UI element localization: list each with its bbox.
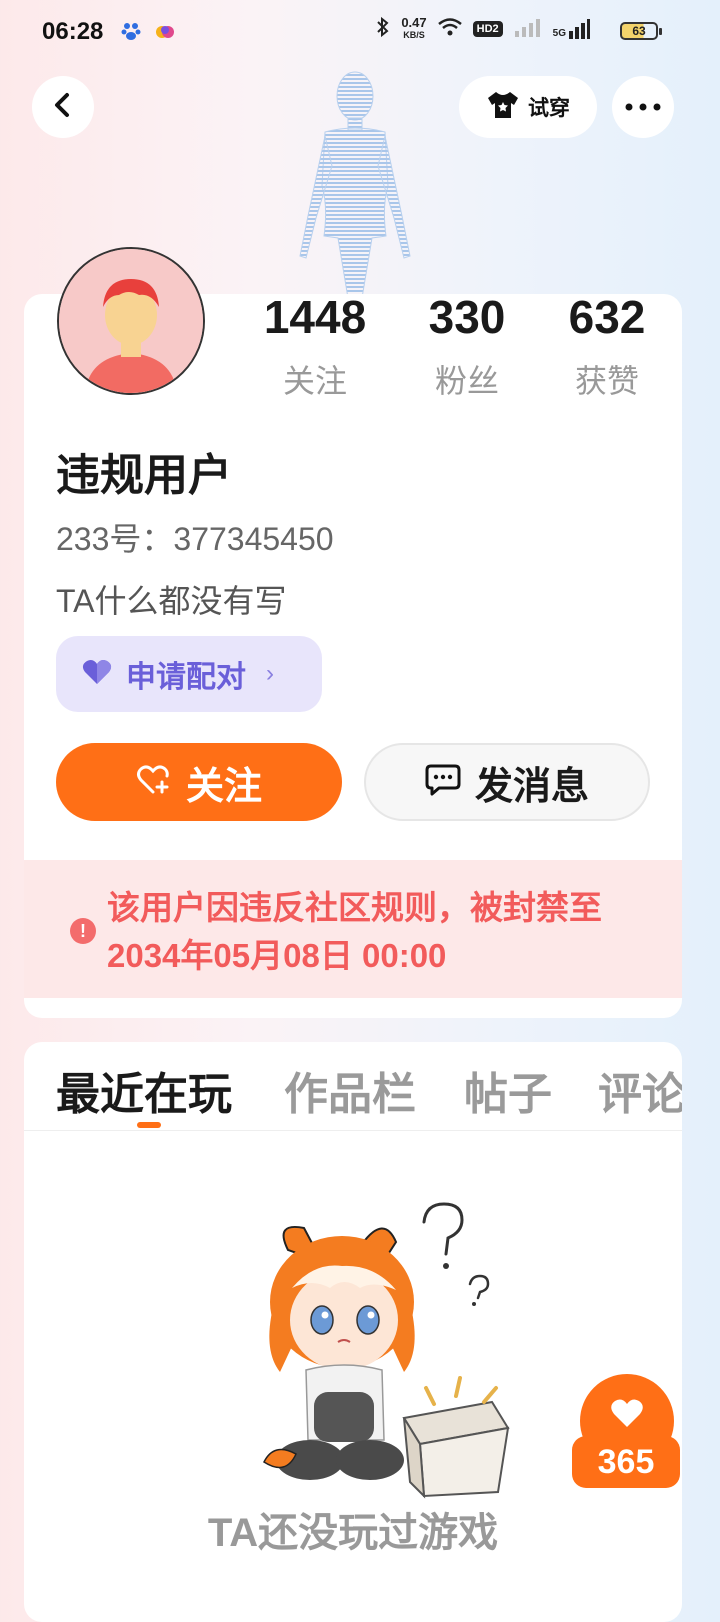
heart-icon [82,659,112,690]
stat-label: 关注 [282,363,347,399]
ban-notice: ! 该用户因违反社区规则，被封禁至2034年05月08日 00:00 [24,860,682,998]
more-options-button[interactable] [612,76,674,138]
signal-5g-icon: 5G [553,18,590,39]
floating-like-button[interactable]: 365 [572,1374,682,1490]
tab-works[interactable]: 作品栏 [284,1058,416,1122]
wifi-icon [437,17,463,40]
tab-comments[interactable]: 评论 [598,1058,682,1122]
follow-label: 关注 [185,765,262,808]
stat-followers[interactable]: 330 粉丝 [392,294,542,402]
send-message-label: 发消息 [474,765,589,808]
stat-label: 获赞 [574,363,639,399]
stat-value: 330 [428,294,506,343]
chat-bubble-icon [425,763,461,802]
empty-state-illustration [234,1192,524,1512]
hd-badge: HD2 [472,20,503,37]
stat-label: 粉丝 [434,363,499,399]
avatar-figure-image [290,66,420,299]
more-icon [625,98,661,116]
tab-bar: 最近在玩 作品栏 帖子 评论 [24,1042,682,1131]
user-avatar[interactable] [57,247,205,395]
battery-indicator: 63 [620,22,662,40]
back-button[interactable] [32,76,94,138]
try-on-button[interactable]: 试穿 [459,76,597,138]
stat-following[interactable]: 1448 关注 [240,294,390,402]
heart-icon [610,1398,644,1433]
empty-state-text: TA还没玩过游戏 [207,1511,499,1555]
tshirt-icon [486,90,520,125]
user-bio: TA什么都没有写 [56,583,287,619]
stat-likes[interactable]: 632 获赞 [532,294,682,402]
send-message-button[interactable]: 发消息 [364,743,650,821]
status-time: 06:28 [42,18,104,45]
like-count: 365 [572,1436,680,1488]
net-speed: 0.47 KB/S [401,14,427,40]
username: 违规用户 [56,451,232,500]
chevron-right-icon: › [266,660,274,687]
bluetooth-icon [375,16,391,41]
follow-button[interactable]: 关注 [56,743,342,821]
profile-card: 1448 关注 330 粉丝 632 获赞 违规用户 233号：37734545… [24,294,682,1018]
ban-notice-text: 该用户因违反社区规则，被封禁至2034年05月08日 00:00 [107,889,602,974]
stat-value: 632 [568,294,646,343]
heart-plus-icon [136,764,172,801]
back-icon [52,92,74,123]
user-id: 233号：377345450 [56,521,334,557]
status-bar: 06:28 0.47 KB/S HD2 5G 63 [0,0,720,64]
baidu-app-icon [120,20,142,42]
status-indicators: 0.47 KB/S HD2 5G [375,16,590,41]
tab-posts[interactable]: 帖子 [464,1058,552,1122]
request-pairing-button[interactable]: 申请配对 › [56,636,322,712]
signal-icon [513,17,543,40]
alert-icon: ! [70,918,96,944]
active-tab-indicator [137,1122,161,1128]
tab-recently-played[interactable]: 最近在玩 [56,1058,232,1122]
fruit-app-icon [154,20,176,42]
try-on-label: 试穿 [528,97,570,120]
content-tabs-card: 最近在玩 作品栏 帖子 评论 TA还没玩过游戏 [24,1042,682,1622]
request-pairing-label: 申请配对 [126,661,246,694]
stat-value: 1448 [263,294,367,343]
